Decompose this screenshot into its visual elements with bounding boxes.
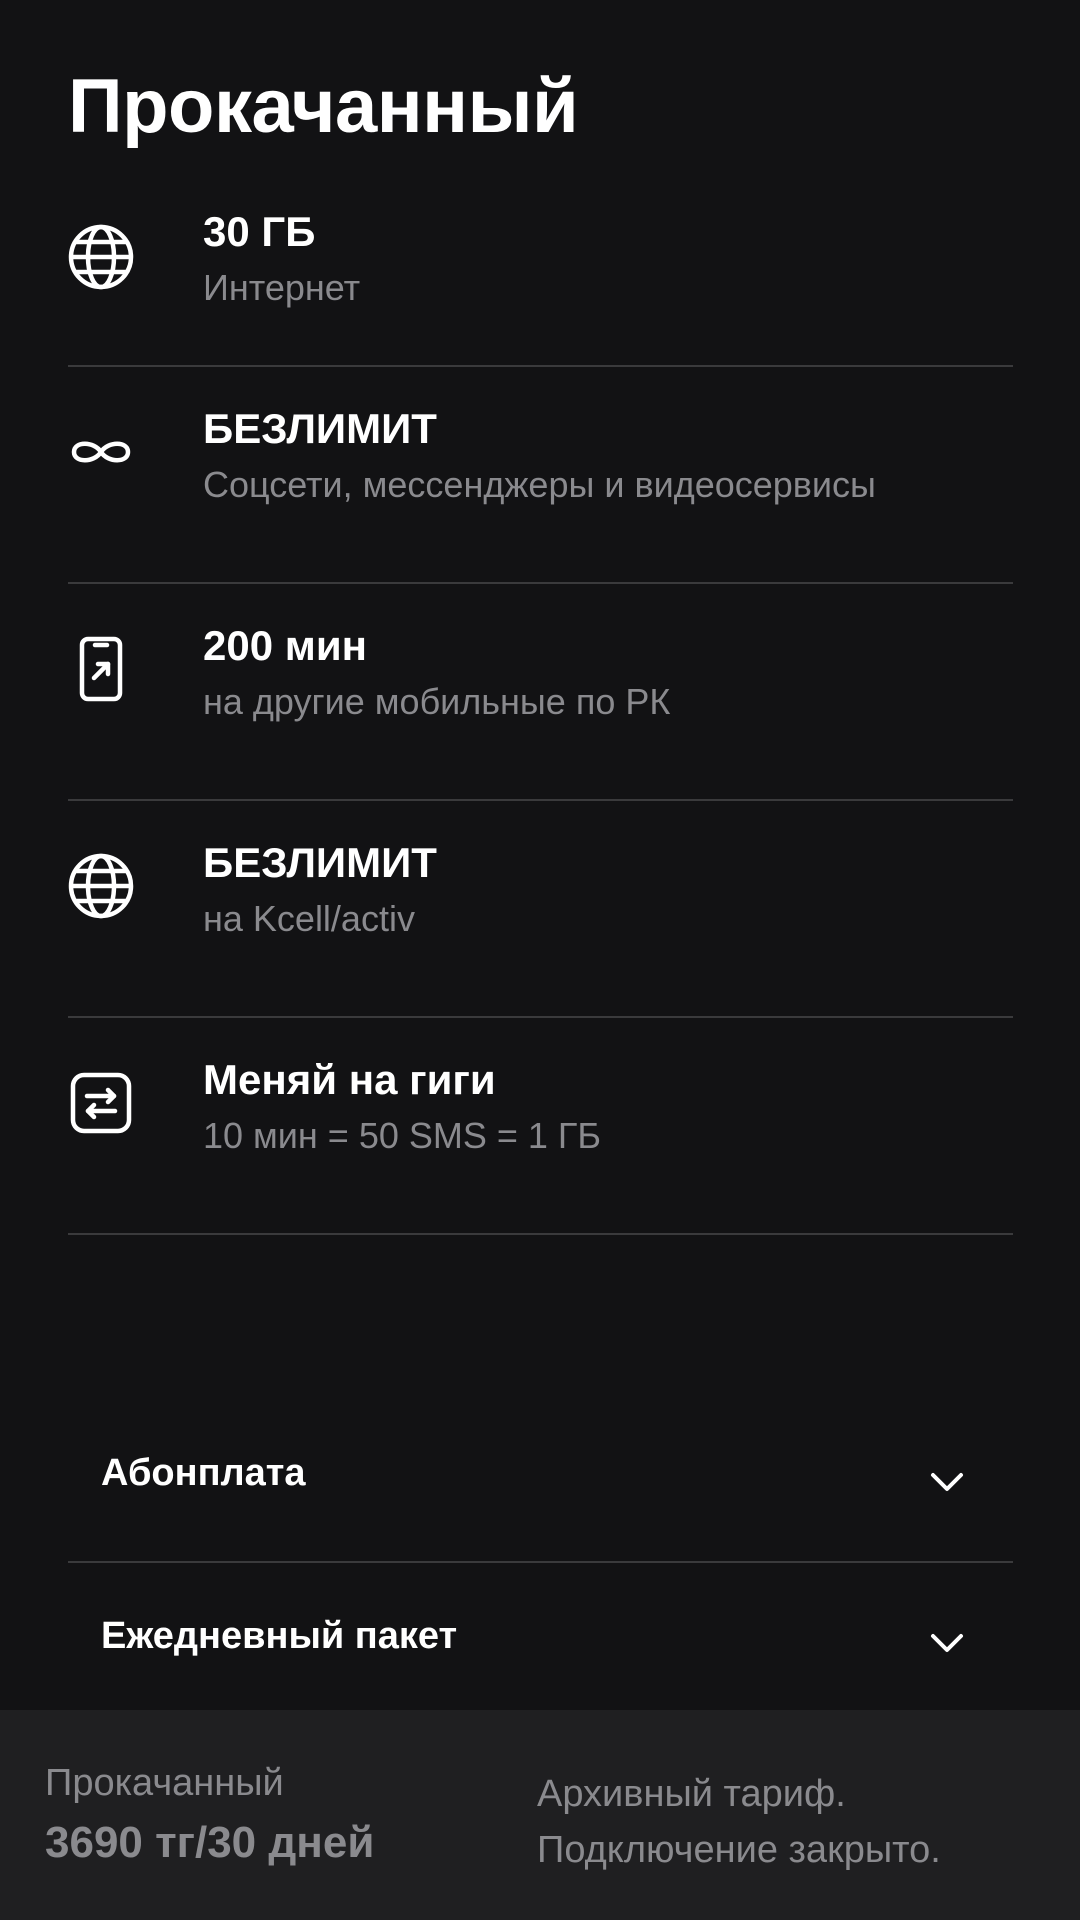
feature-text: БЕЗЛИМИТ Соцсети, мессенджеры и видеосер… xyxy=(203,403,1013,507)
chevron-down-icon[interactable] xyxy=(927,1462,967,1502)
accordion-list: Абонплата Ежедневный пакет xyxy=(68,1400,1013,1715)
feature-text: БЕЗЛИМИТ на Kcell/activ xyxy=(203,837,1013,941)
feature-subtitle: Интернет xyxy=(203,267,361,308)
feature-subtitle: на Kcell/activ xyxy=(203,898,415,939)
feature-list: 30 ГБ Интернет БЕЗЛИМИТ Соцсети, мессенд… xyxy=(68,200,1013,1235)
feature-title: БЕЗЛИМИТ xyxy=(203,405,437,452)
feature-text: 30 ГБ Интернет xyxy=(203,206,1013,310)
page-title: Прокачанный xyxy=(68,64,579,149)
feature-subtitle: Соцсети, мессенджеры и видеосервисы xyxy=(203,464,876,505)
globe-icon xyxy=(68,853,134,919)
archived-tariff-note: Архивный тариф. Подключение закрыто. xyxy=(537,1766,1057,1878)
closed-note-line: Подключение закрыто. xyxy=(537,1829,941,1871)
accordion-subscription-fee[interactable]: Абонплата xyxy=(68,1400,1013,1563)
accordion-daily-package[interactable]: Ежедневный пакет xyxy=(68,1563,1013,1715)
feature-title: Меняй на гиги xyxy=(203,1056,496,1103)
feature-text: 200 мин на другие мобильные по РК xyxy=(203,620,1013,724)
infinity-icon xyxy=(68,419,134,485)
archived-note-line: Архивный тариф. xyxy=(537,1773,846,1815)
phone-outgoing-icon xyxy=(68,636,134,702)
feature-internet: 30 ГБ Интернет xyxy=(68,200,1013,367)
feature-subtitle: на другие мобильные по РК xyxy=(203,681,671,722)
footer-price: 3690 тг/30 дней xyxy=(45,1818,375,1867)
feature-minutes: 200 мин на другие мобильные по РК xyxy=(68,584,1013,801)
accordion-label: Ежедневный пакет xyxy=(101,1615,458,1657)
exchange-icon xyxy=(68,1070,134,1136)
feature-title: 30 ГБ xyxy=(203,208,316,255)
globe-icon xyxy=(68,224,134,290)
feature-text: Меняй на гиги 10 мин = 50 SMS = 1 ГБ xyxy=(203,1054,1013,1158)
feature-subtitle: 10 мин = 50 SMS = 1 ГБ xyxy=(203,1115,602,1156)
accordion-label: Абонплата xyxy=(101,1452,306,1494)
feature-title: 200 мин xyxy=(203,622,368,669)
tariff-footer: Прокачанный 3690 тг/30 дней Архивный тар… xyxy=(0,1710,1080,1920)
feature-title: БЕЗЛИМИТ xyxy=(203,839,437,886)
footer-tariff-name: Прокачанный xyxy=(45,1762,284,1804)
feature-kcell-unlimited: БЕЗЛИМИТ на Kcell/activ xyxy=(68,801,1013,1018)
chevron-down-icon[interactable] xyxy=(927,1623,967,1663)
feature-social-unlimited: БЕЗЛИМИТ Соцсети, мессенджеры и видеосер… xyxy=(68,367,1013,584)
feature-exchange: Меняй на гиги 10 мин = 50 SMS = 1 ГБ xyxy=(68,1018,1013,1235)
